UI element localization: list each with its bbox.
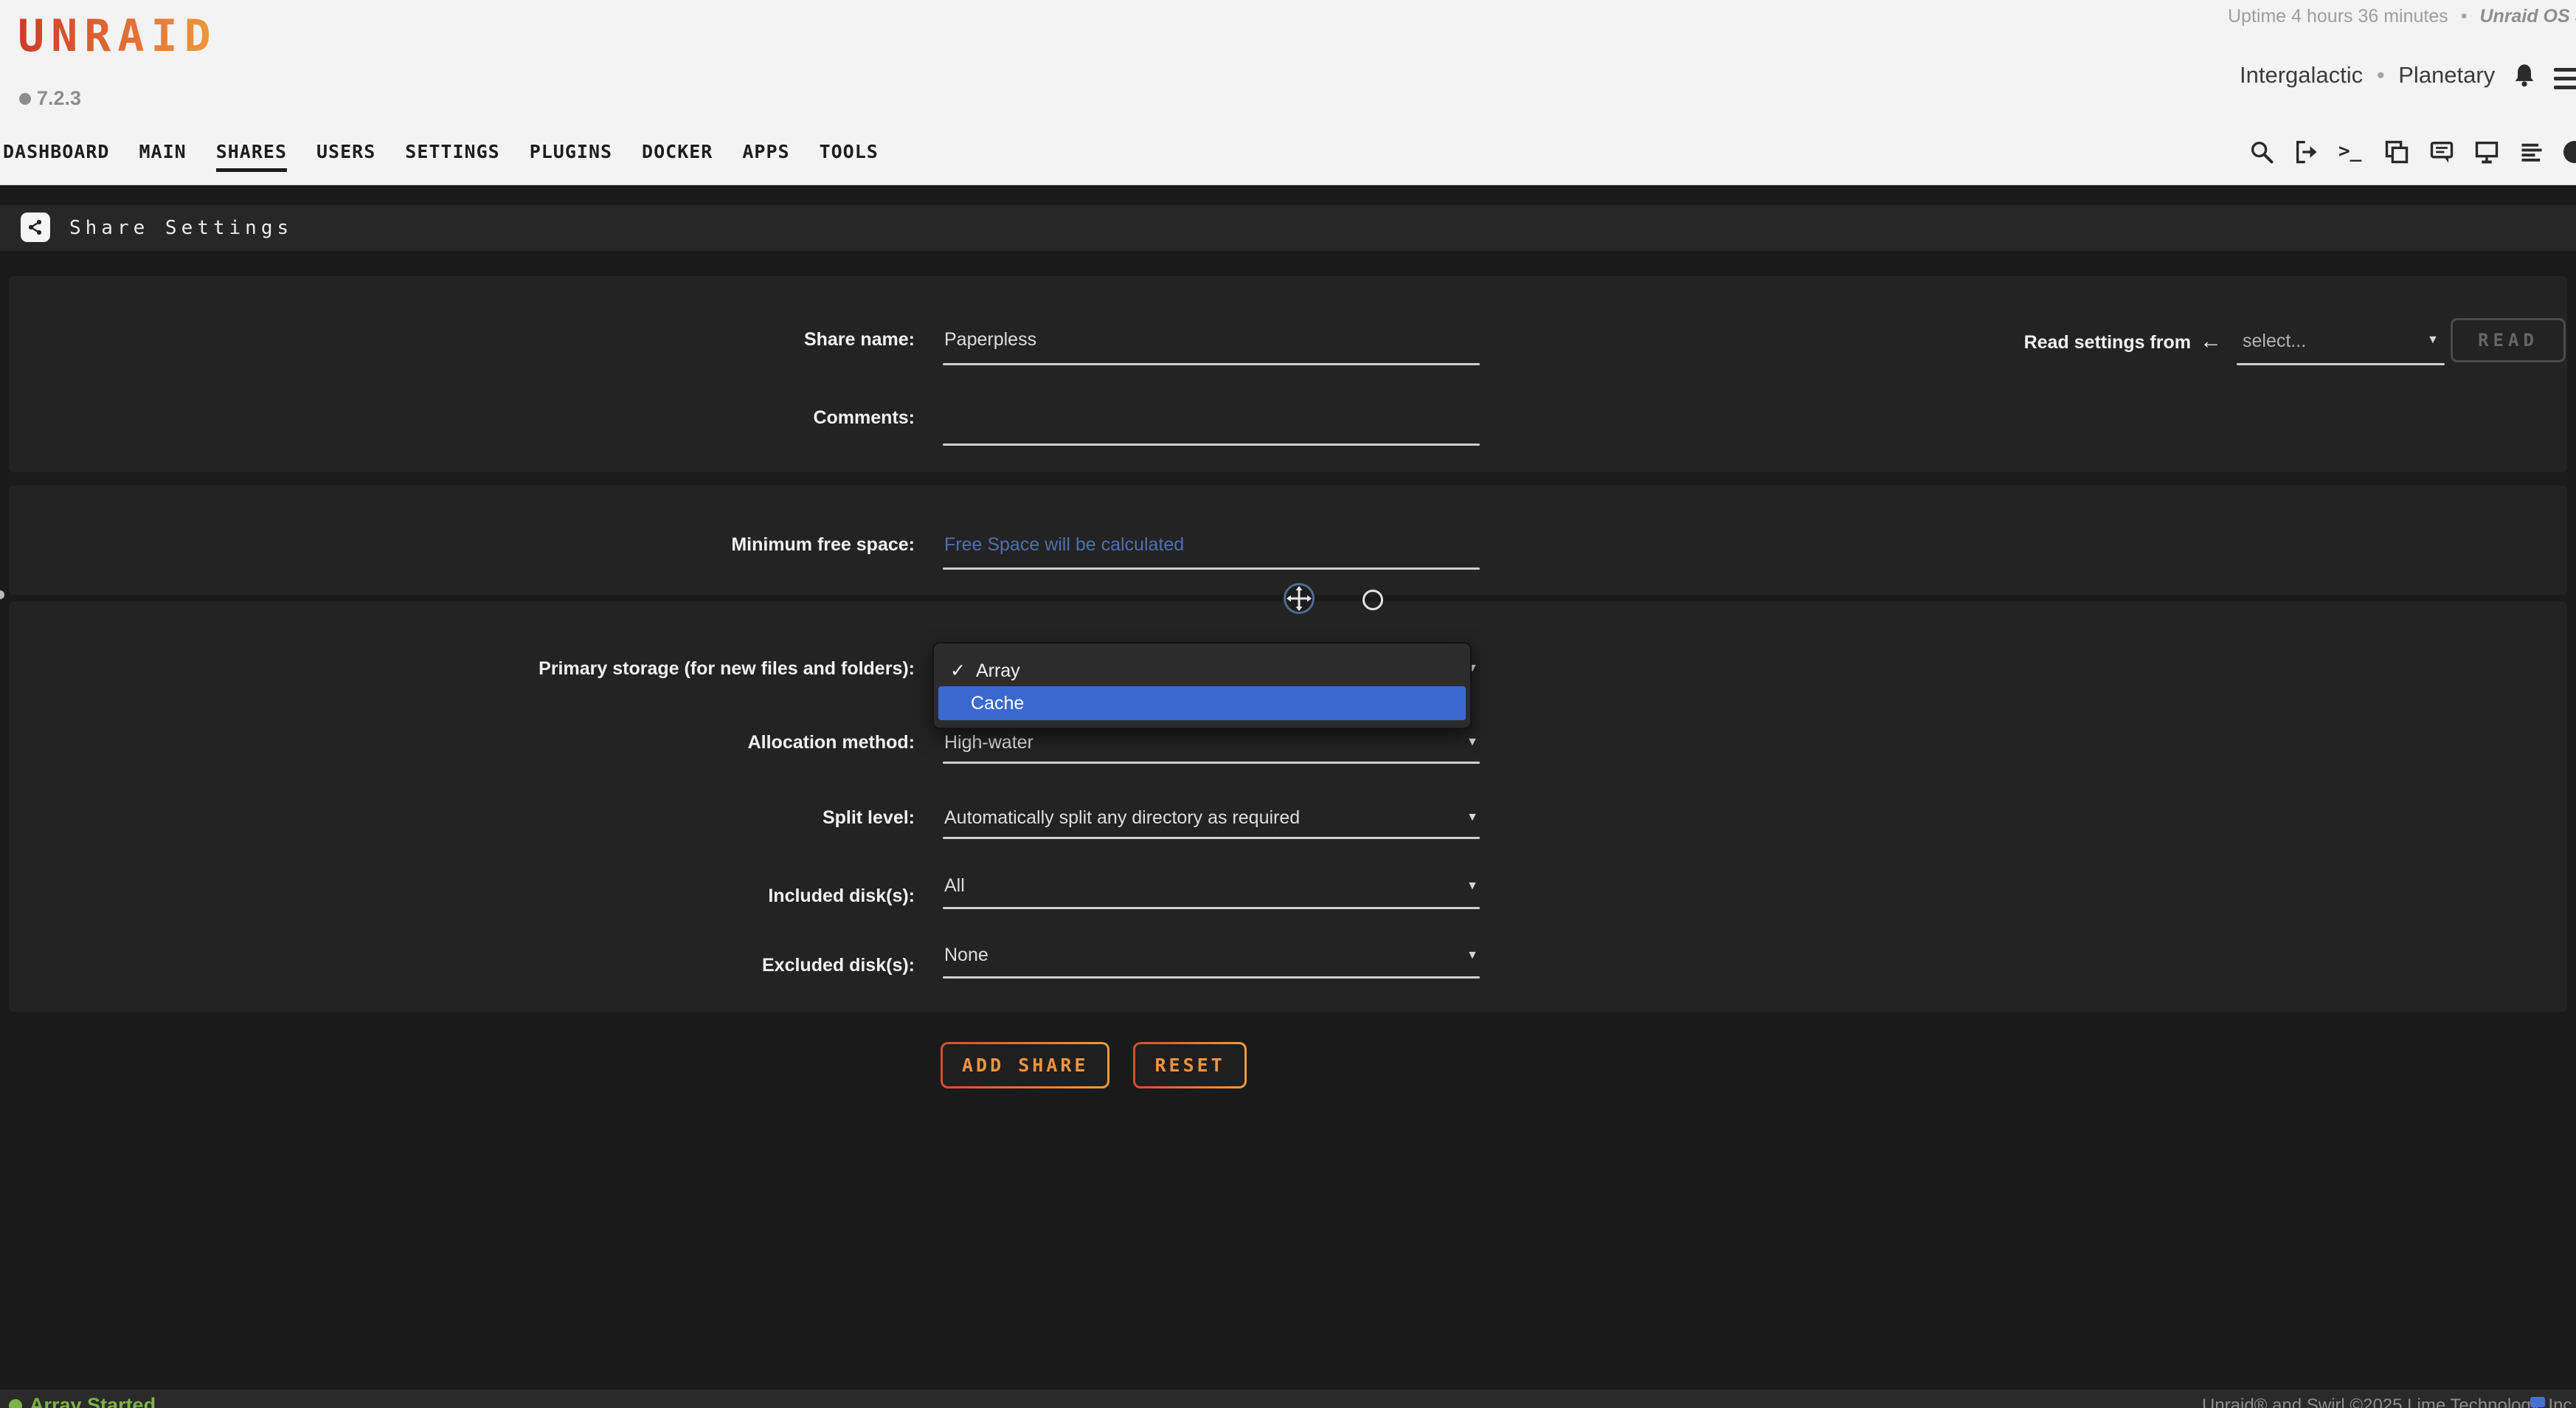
nav-tab-main[interactable]: MAIN: [139, 141, 186, 172]
page-title: Share Settings: [69, 217, 293, 239]
bullet-separator: •: [2377, 62, 2385, 88]
nav-tab-plugins[interactable]: PLUGINS: [530, 141, 612, 172]
read-settings-label: Read settings from←: [1918, 329, 2222, 354]
primary-storage-label: Primary storage (for new files and folde…: [0, 658, 915, 680]
uptime-text: Uptime 4 hours 36 minutes: [2228, 6, 2448, 27]
status-footer: Array Started Unraid® and Swirl ©2025 Li…: [0, 1390, 2576, 1408]
allocation-method-label: Allocation method:: [0, 732, 915, 753]
monitor-icon[interactable]: [2473, 139, 2500, 165]
array-status[interactable]: Array Started: [9, 1394, 156, 1408]
split-level-label: Split level:: [0, 807, 915, 829]
log-icon[interactable]: [2518, 139, 2545, 165]
dropdown-option-cache[interactable]: Cache: [938, 686, 1466, 720]
nav-toolbar: >_: [2248, 139, 2576, 165]
comments-underline: [943, 444, 1480, 446]
share-name-underline: [943, 363, 1480, 365]
sign-out-icon[interactable]: [2293, 139, 2320, 165]
primary-storage-dropdown: ✓Array Cache: [932, 642, 1472, 729]
unraid-logo[interactable]: UNRAID: [18, 10, 218, 62]
dropdown-option-array[interactable]: ✓Array: [950, 660, 1020, 682]
excluded-disks-label: Excluded disk(s):: [0, 955, 915, 976]
hamburger-menu-icon[interactable]: [2554, 68, 2576, 94]
arrow-left-icon: ←: [2200, 329, 2222, 353]
notifications-bell-icon[interactable]: [2511, 62, 2538, 89]
split-level-underline: [943, 837, 1480, 839]
included-disks-underline: [943, 907, 1480, 909]
nav-tab-apps[interactable]: APPS: [742, 141, 789, 172]
os-edition-text: Unraid OS Starter: [2479, 6, 2576, 27]
form-actions: ADD SHARE RESET: [941, 1042, 1247, 1088]
main-nav: DASHBOARD MAIN SHARES USERS SETTINGS PLU…: [3, 141, 879, 172]
version-indicator: 7.2.3: [19, 87, 81, 110]
excluded-disks-select[interactable]: None: [944, 945, 988, 966]
server-tagline: Planetary: [2398, 62, 2495, 88]
chevron-down-icon: ▼: [2427, 334, 2439, 347]
read-select-underline: [2237, 363, 2445, 365]
min-free-space-input[interactable]: Free Space will be calculated: [944, 534, 1184, 556]
help-icon-partial[interactable]: [2563, 141, 2576, 163]
page-title-bar: Share Settings: [0, 205, 2576, 251]
included-disks-select[interactable]: All: [944, 875, 965, 897]
allocation-method-select[interactable]: High-water: [944, 732, 1033, 753]
version-number: 7.2.3: [37, 87, 81, 110]
add-share-button[interactable]: ADD SHARE: [941, 1042, 1109, 1088]
array-status-dot-icon: [9, 1399, 22, 1408]
nav-tab-settings[interactable]: SETTINGS: [405, 141, 499, 172]
chevron-down-icon: ▼: [1467, 736, 1478, 749]
nav-tab-shares[interactable]: SHARES: [216, 141, 287, 172]
footer-link-icon[interactable]: [2530, 1397, 2545, 1407]
unraid-share-settings-screen: UNRAID 7.2.3 Uptime 4 hours 36 minutes •…: [0, 0, 2576, 1408]
nav-tab-users[interactable]: USERS: [316, 141, 375, 172]
copyright-text: Unraid® and Swirl ©2025 Lime Technology,…: [2202, 1395, 2576, 1408]
included-disks-label: Included disk(s):: [0, 886, 915, 907]
version-dot-icon: [19, 93, 31, 105]
checkmark-icon: ✓: [950, 660, 966, 681]
min-free-space-underline: [943, 567, 1480, 570]
server-name: Intergalactic: [2240, 62, 2363, 88]
move-cursor-icon: [1282, 582, 1316, 615]
allocation-method-underline: [943, 762, 1480, 764]
chevron-down-icon: ▼: [1467, 949, 1478, 962]
chevron-down-icon: ▼: [1467, 880, 1478, 893]
excluded-disks-underline: [943, 976, 1480, 979]
search-icon[interactable]: [2248, 139, 2275, 165]
share-settings-icon[interactable]: [21, 213, 50, 242]
min-free-space-label: Minimum free space:: [0, 534, 915, 556]
nav-tab-tools[interactable]: TOOLS: [820, 141, 879, 172]
feedback-chat-icon[interactable]: [2428, 139, 2455, 165]
server-identity: Intergalactic • Planetary: [2240, 62, 2495, 89]
share-name-label: Share name:: [0, 329, 915, 351]
uptime-line: Uptime 4 hours 36 minutes • Unraid OS St…: [2228, 6, 2576, 27]
circle-indicator-icon: [1363, 590, 1383, 610]
top-header: UNRAID 7.2.3 Uptime 4 hours 36 minutes •…: [0, 0, 2576, 185]
reset-button[interactable]: RESET: [1133, 1042, 1246, 1088]
comments-label: Comments:: [0, 407, 915, 429]
copy-windows-icon[interactable]: [2383, 139, 2410, 165]
bullet-separator: •: [2461, 6, 2468, 27]
split-level-select[interactable]: Automatically split any directory as req…: [944, 807, 1300, 829]
read-settings-select[interactable]: select...: [2243, 331, 2306, 352]
nav-tab-dashboard[interactable]: DASHBOARD: [3, 141, 109, 172]
read-button[interactable]: READ: [2451, 318, 2566, 362]
chevron-down-icon: ▼: [1467, 811, 1478, 824]
terminal-icon[interactable]: >_: [2338, 139, 2365, 165]
scroll-indicator-dot: [0, 590, 4, 599]
nav-tab-docker[interactable]: DOCKER: [642, 141, 713, 172]
share-name-input[interactable]: Paperpless: [944, 329, 1036, 351]
